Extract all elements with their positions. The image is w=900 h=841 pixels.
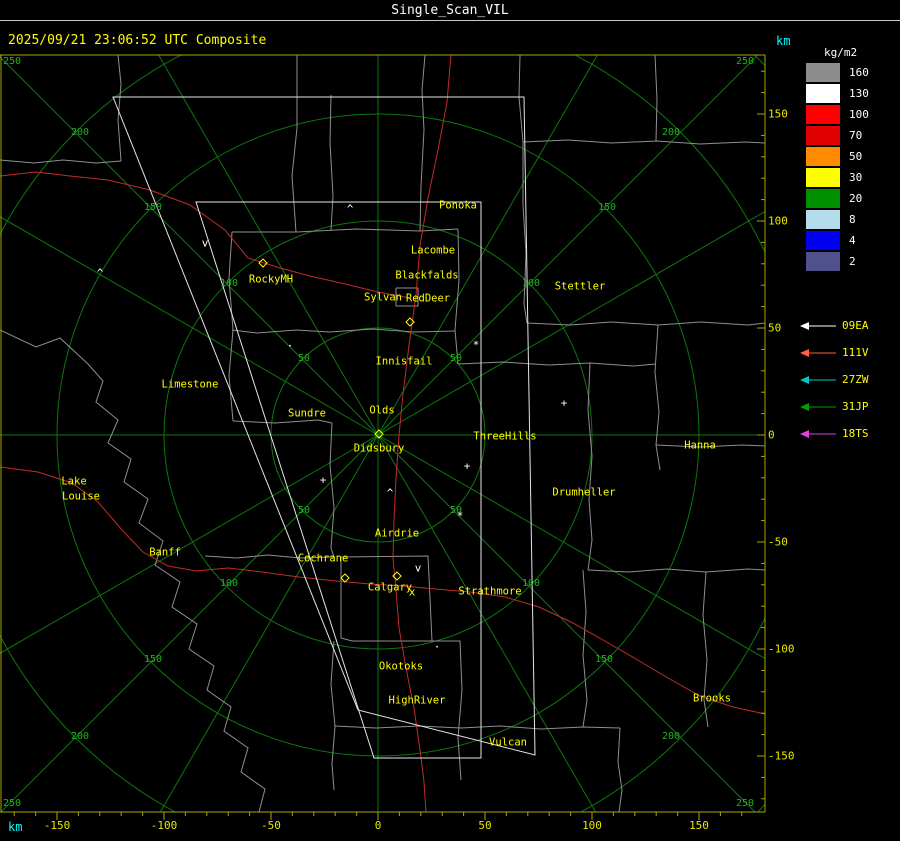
boundary-line [231, 328, 456, 334]
boundary-line [655, 444, 765, 448]
boundary-line [526, 321, 765, 326]
boundary-line [654, 324, 661, 471]
boundary-line [329, 422, 335, 558]
radar-map[interactable] [0, 0, 900, 841]
azimuth-line-30deg [377, 55, 598, 436]
azimuth-line-45deg [377, 55, 759, 436]
boundary-line [582, 569, 588, 728]
radar-site-diamond-marker [340, 573, 350, 583]
highway-line [0, 466, 765, 715]
boundary-line [330, 640, 336, 791]
boundary-line [0, 329, 89, 365]
boundary-line [291, 55, 298, 233]
boundary-line [419, 55, 426, 232]
boundary-line [117, 55, 122, 162]
azimuth-line-210deg [159, 434, 379, 812]
boundary-line [232, 228, 459, 233]
azimuth-line-60deg [377, 210, 765, 436]
azimuth-line-120deg [377, 434, 765, 660]
boundary-line [432, 640, 463, 781]
radar-display-window: Single_Scan_VIL 2025/09/21 23:06:52 UTC … [0, 0, 900, 841]
boundary-line [329, 94, 334, 231]
boundary-line [340, 555, 433, 642]
boundary-line [587, 568, 765, 573]
azimuth-line-225deg [0, 434, 379, 812]
range-ring-200km [0, 55, 765, 812]
boundary-line [87, 363, 266, 812]
boundary-line [617, 727, 623, 812]
radar-coverage-outline [112, 96, 536, 756]
boundary-line [518, 55, 524, 162]
boundary-line [457, 361, 657, 367]
boundary-line [232, 419, 333, 424]
azimuth-line-240deg [0, 434, 379, 654]
azimuth-line-330deg [158, 55, 379, 436]
radar-coverage-outlines [112, 96, 536, 759]
azimuth-line-315deg [0, 56, 379, 436]
azimuth-line-135deg [377, 434, 756, 812]
boundary-line [702, 571, 709, 728]
radar-coverage-outline [195, 201, 482, 759]
boundary-line [654, 55, 658, 142]
highway-line [0, 171, 411, 299]
boundary-line [204, 554, 335, 559]
boundary-line [522, 139, 765, 145]
azimuth-line-300deg [0, 216, 379, 436]
